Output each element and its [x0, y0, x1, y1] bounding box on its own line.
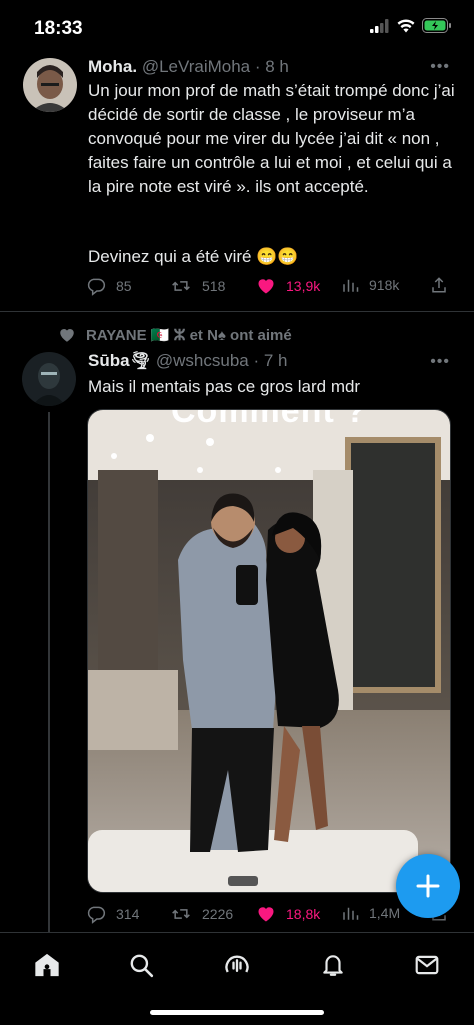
tweet-time: · 8 h	[254, 57, 289, 76]
photo-caption: Comment ?	[171, 409, 367, 430]
views-icon	[343, 279, 359, 292]
more-options-icon[interactable]: •••	[430, 353, 450, 371]
retweet-count: 518	[202, 278, 226, 294]
bell-icon	[323, 955, 343, 976]
home-indicator	[150, 1010, 324, 1015]
heart-icon	[60, 329, 74, 342]
nav-spaces[interactable]	[217, 945, 257, 985]
reply-count: 314	[116, 906, 140, 922]
heart-icon	[258, 907, 274, 922]
reply-icon	[87, 278, 106, 296]
status-time: 18:33	[34, 18, 83, 39]
share-button[interactable]	[430, 276, 448, 294]
display-name[interactable]: Sūba🌪	[88, 351, 151, 370]
reply-icon	[87, 906, 106, 924]
views-count: 1,4M	[369, 905, 401, 921]
tweet-time: · 7 h	[253, 351, 288, 370]
views-button[interactable]: 1,4M	[341, 904, 400, 922]
display-name[interactable]: Moha.	[88, 57, 137, 76]
tweet-photo[interactable]: Comment ?	[87, 409, 451, 893]
like-count: 13,9k	[286, 278, 321, 294]
like-count: 18,8k	[286, 906, 321, 922]
views-button[interactable]: 918k	[341, 276, 399, 294]
retweet-button[interactable]: 518	[170, 276, 225, 296]
reply-count: 85	[116, 278, 132, 294]
tweet-text-end: Devinez qui a été viré 😁😁	[88, 247, 299, 266]
status-bar: 18:33	[0, 0, 474, 56]
signal-icon	[370, 18, 389, 33]
home-icon	[35, 953, 59, 977]
tweet-actions: 85 518 13,9k 918k	[86, 276, 456, 300]
tweet-header: Sūba🌪 @wshcsuba · 7 h	[88, 351, 288, 371]
share-icon	[432, 277, 446, 293]
user-handle[interactable]: @wshcsuba	[156, 351, 249, 370]
nav-home[interactable]	[27, 945, 67, 985]
compose-tweet-button[interactable]	[396, 854, 460, 918]
like-button[interactable]: 18,8k	[256, 904, 320, 924]
photo-image	[88, 410, 450, 892]
retweet-button[interactable]: 2226	[170, 904, 233, 924]
social-context: RAYANE 🇩🇿 ⵣ et N♠ ont aimé	[58, 326, 292, 344]
more-options-icon[interactable]: •••	[430, 58, 450, 76]
reply-button[interactable]: 85	[86, 276, 132, 296]
spaces-icon	[225, 955, 249, 973]
reply-button[interactable]: 314	[86, 904, 139, 924]
views-count: 918k	[369, 277, 400, 293]
retweet-icon	[172, 281, 190, 291]
tweet-actions: 314 2226 18,8k 1,4M	[86, 904, 456, 928]
retweet-count: 2226	[202, 906, 234, 922]
plus-icon	[416, 874, 440, 898]
status-icons	[370, 18, 452, 33]
nav-messages[interactable]	[407, 945, 447, 985]
tweet-text: Un jour mon prof de math s’était trompé …	[88, 81, 455, 196]
battery-icon	[422, 18, 451, 33]
nav-search[interactable]	[121, 945, 161, 985]
avatar[interactable]	[23, 58, 77, 112]
search-icon	[130, 954, 154, 978]
nav-notifications[interactable]	[313, 945, 353, 985]
like-button[interactable]: 13,9k	[256, 276, 320, 296]
thread-line	[48, 412, 50, 932]
heart-icon	[258, 279, 274, 294]
tweet[interactable]: Moha. @LeVraiMoha · 8 h ••• Un jour mon …	[0, 50, 474, 312]
mail-icon	[415, 955, 439, 975]
views-icon	[343, 907, 359, 920]
retweet-icon	[172, 909, 190, 919]
user-handle[interactable]: @LeVraiMoha	[142, 57, 250, 76]
social-context-text[interactable]: RAYANE 🇩🇿 ⵣ et N♠ ont aimé	[86, 326, 292, 344]
avatar[interactable]	[22, 352, 76, 406]
tweet-header: Moha. @LeVraiMoha · 8 h	[88, 57, 289, 77]
tweet-text: Mais il mentais pas ce gros lard mdr	[88, 377, 361, 396]
wifi-icon	[397, 18, 415, 32]
